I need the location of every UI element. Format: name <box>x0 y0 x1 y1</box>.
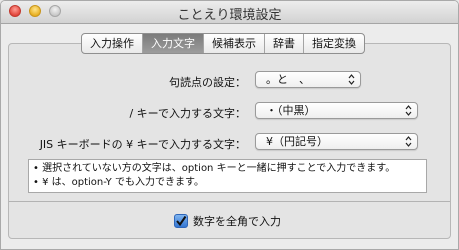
divider <box>9 201 450 202</box>
punctuation-label: 句読点の設定： <box>169 76 246 89</box>
title-bar: ことえり環境設定 <box>1 1 458 24</box>
note-line: • 選択されていない方の文字は、option キーと一緒に押すことで入力できます… <box>33 163 396 174</box>
tab-candidate-display[interactable]: 候補表示 <box>203 34 264 53</box>
chevron-updown-icon <box>405 136 412 147</box>
tab-input-operation[interactable]: 入力操作 <box>82 34 142 53</box>
tab-dictionary[interactable]: 辞書 <box>264 34 303 53</box>
window-title: ことえり環境設定 <box>177 8 282 23</box>
tab-bar: 入力操作 入力文字 候補表示 辞書 指定変換 <box>81 33 365 54</box>
fullwidth-digits-option[interactable]: 数字を全角で入力 <box>174 213 281 229</box>
punctuation-select-value: 。と 、 <box>266 73 310 86</box>
fullwidth-digits-checkbox[interactable] <box>174 214 188 228</box>
preferences-window: ことえり環境設定 入力操作 入力文字 候補表示 辞書 指定変換 句読点の設定： … <box>0 0 459 250</box>
chevron-updown-icon <box>348 74 355 85</box>
tab-input-characters[interactable]: 入力文字 <box>142 34 203 53</box>
slash-key-label: / キーで入力する文字： <box>129 107 246 120</box>
fullwidth-digits-label: 数字を全角で入力 <box>193 215 281 228</box>
checkmark-icon <box>176 215 187 227</box>
chevron-updown-icon <box>405 105 412 116</box>
note-line: • ¥ は、option-Y でも入力できます。 <box>33 177 204 188</box>
yen-key-select[interactable]: ¥（円記号） <box>255 133 418 150</box>
info-note: • 選択されていない方の文字は、option キーと一緒に押すことで入力できます… <box>28 159 427 193</box>
yen-key-label: JIS キーボードの ¥ キーで入力する文字： <box>39 138 246 151</box>
punctuation-select[interactable]: 。と 、 <box>255 71 361 88</box>
yen-key-select-value: ¥（円記号） <box>266 135 328 148</box>
tab-specified-conversion[interactable]: 指定変換 <box>303 34 364 53</box>
slash-key-select[interactable]: ・（中黒） <box>255 102 418 119</box>
slash-key-select-value: ・（中黒） <box>266 104 316 117</box>
